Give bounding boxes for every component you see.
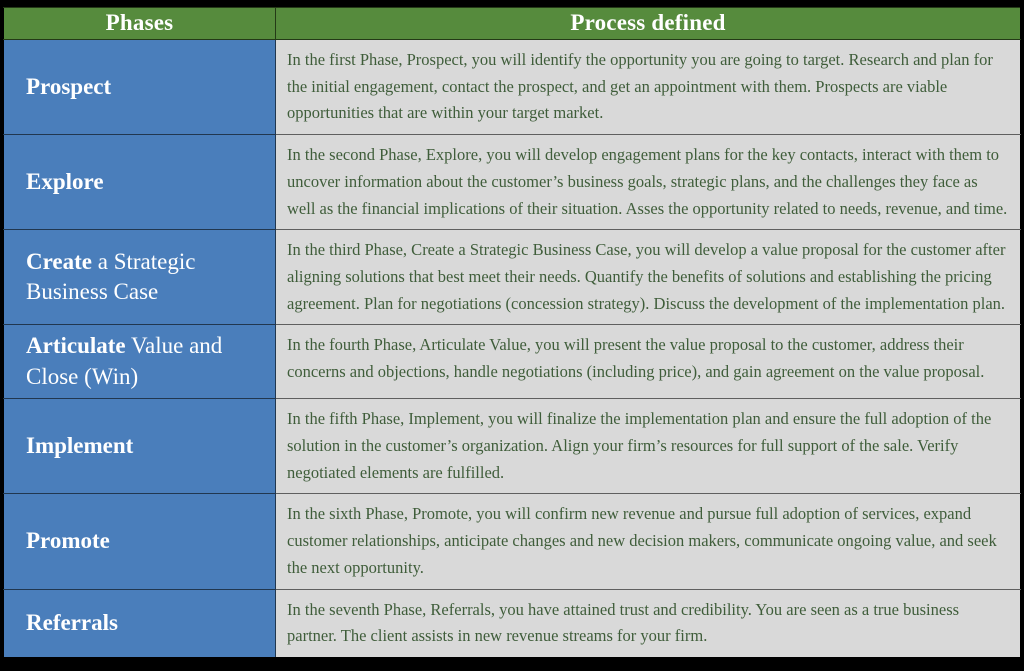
process-cell: In the second Phase, Explore, you will d…	[275, 134, 1021, 231]
phase-name-emphasis: Promote	[26, 528, 110, 554]
process-cell: In the fifth Phase, Implement, you will …	[275, 398, 1021, 495]
phases-process-table: Phases Process defined Prospect In the fi…	[3, 7, 1021, 658]
table-row: Prospect In the first Phase, Prospect, yo…	[3, 38, 1021, 136]
phase-cell: Explore	[3, 134, 276, 231]
table-frame: Phases Process defined Prospect In the fi…	[3, 7, 1021, 664]
phase-cell: Implement	[3, 398, 276, 495]
phase-name-emphasis: Referrals	[26, 610, 118, 636]
process-cell: In the sixth Phase, Promote, you will co…	[275, 493, 1021, 590]
table-row: Create a Strategic Business Case In the t…	[3, 229, 1021, 326]
table-row: Explore In the second Phase, Explore, you…	[3, 134, 1021, 231]
column-header-process: Process defined	[275, 7, 1021, 40]
process-cell: In the third Phase, Create a Strategic B…	[275, 229, 1021, 326]
table-row: Promote In the sixth Phase, Promote, you …	[3, 493, 1021, 590]
phase-name-emphasis: Create	[26, 249, 92, 275]
table-row: Implement In the fifth Phase, Implement, …	[3, 398, 1021, 495]
phase-name-emphasis: Prospect	[26, 73, 112, 99]
phase-cell: Create a Strategic Business Case	[3, 229, 276, 326]
table-header-row: Phases Process defined	[3, 7, 1021, 40]
phase-cell: Promote	[3, 493, 276, 590]
phase-name-emphasis: Explore	[26, 169, 104, 195]
phase-cell: Referrals	[3, 588, 276, 658]
table-row: Referrals In the seventh Phase, Referrals…	[3, 588, 1021, 658]
phase-cell: Prospect	[3, 38, 276, 136]
phase-cell: Articulate Value and Close (Win)	[3, 324, 276, 400]
phase-name-emphasis: Implement	[26, 433, 134, 459]
column-header-phases: Phases	[3, 7, 276, 40]
table-header: Phases Process defined	[3, 7, 1021, 40]
page-root: Phases Process defined Prospect In the fi…	[0, 0, 1024, 671]
phase-name-emphasis: Articulate	[26, 333, 126, 359]
process-cell: In the seventh Phase, Referrals, you hav…	[275, 588, 1021, 658]
process-cell: In the fourth Phase, Articulate Value, y…	[275, 324, 1021, 400]
table-body: Prospect In the first Phase, Prospect, yo…	[3, 38, 1021, 658]
process-cell: In the first Phase, Prospect, you will i…	[275, 38, 1021, 136]
table-row: Articulate Value and Close (Win) In the f…	[3, 324, 1021, 400]
